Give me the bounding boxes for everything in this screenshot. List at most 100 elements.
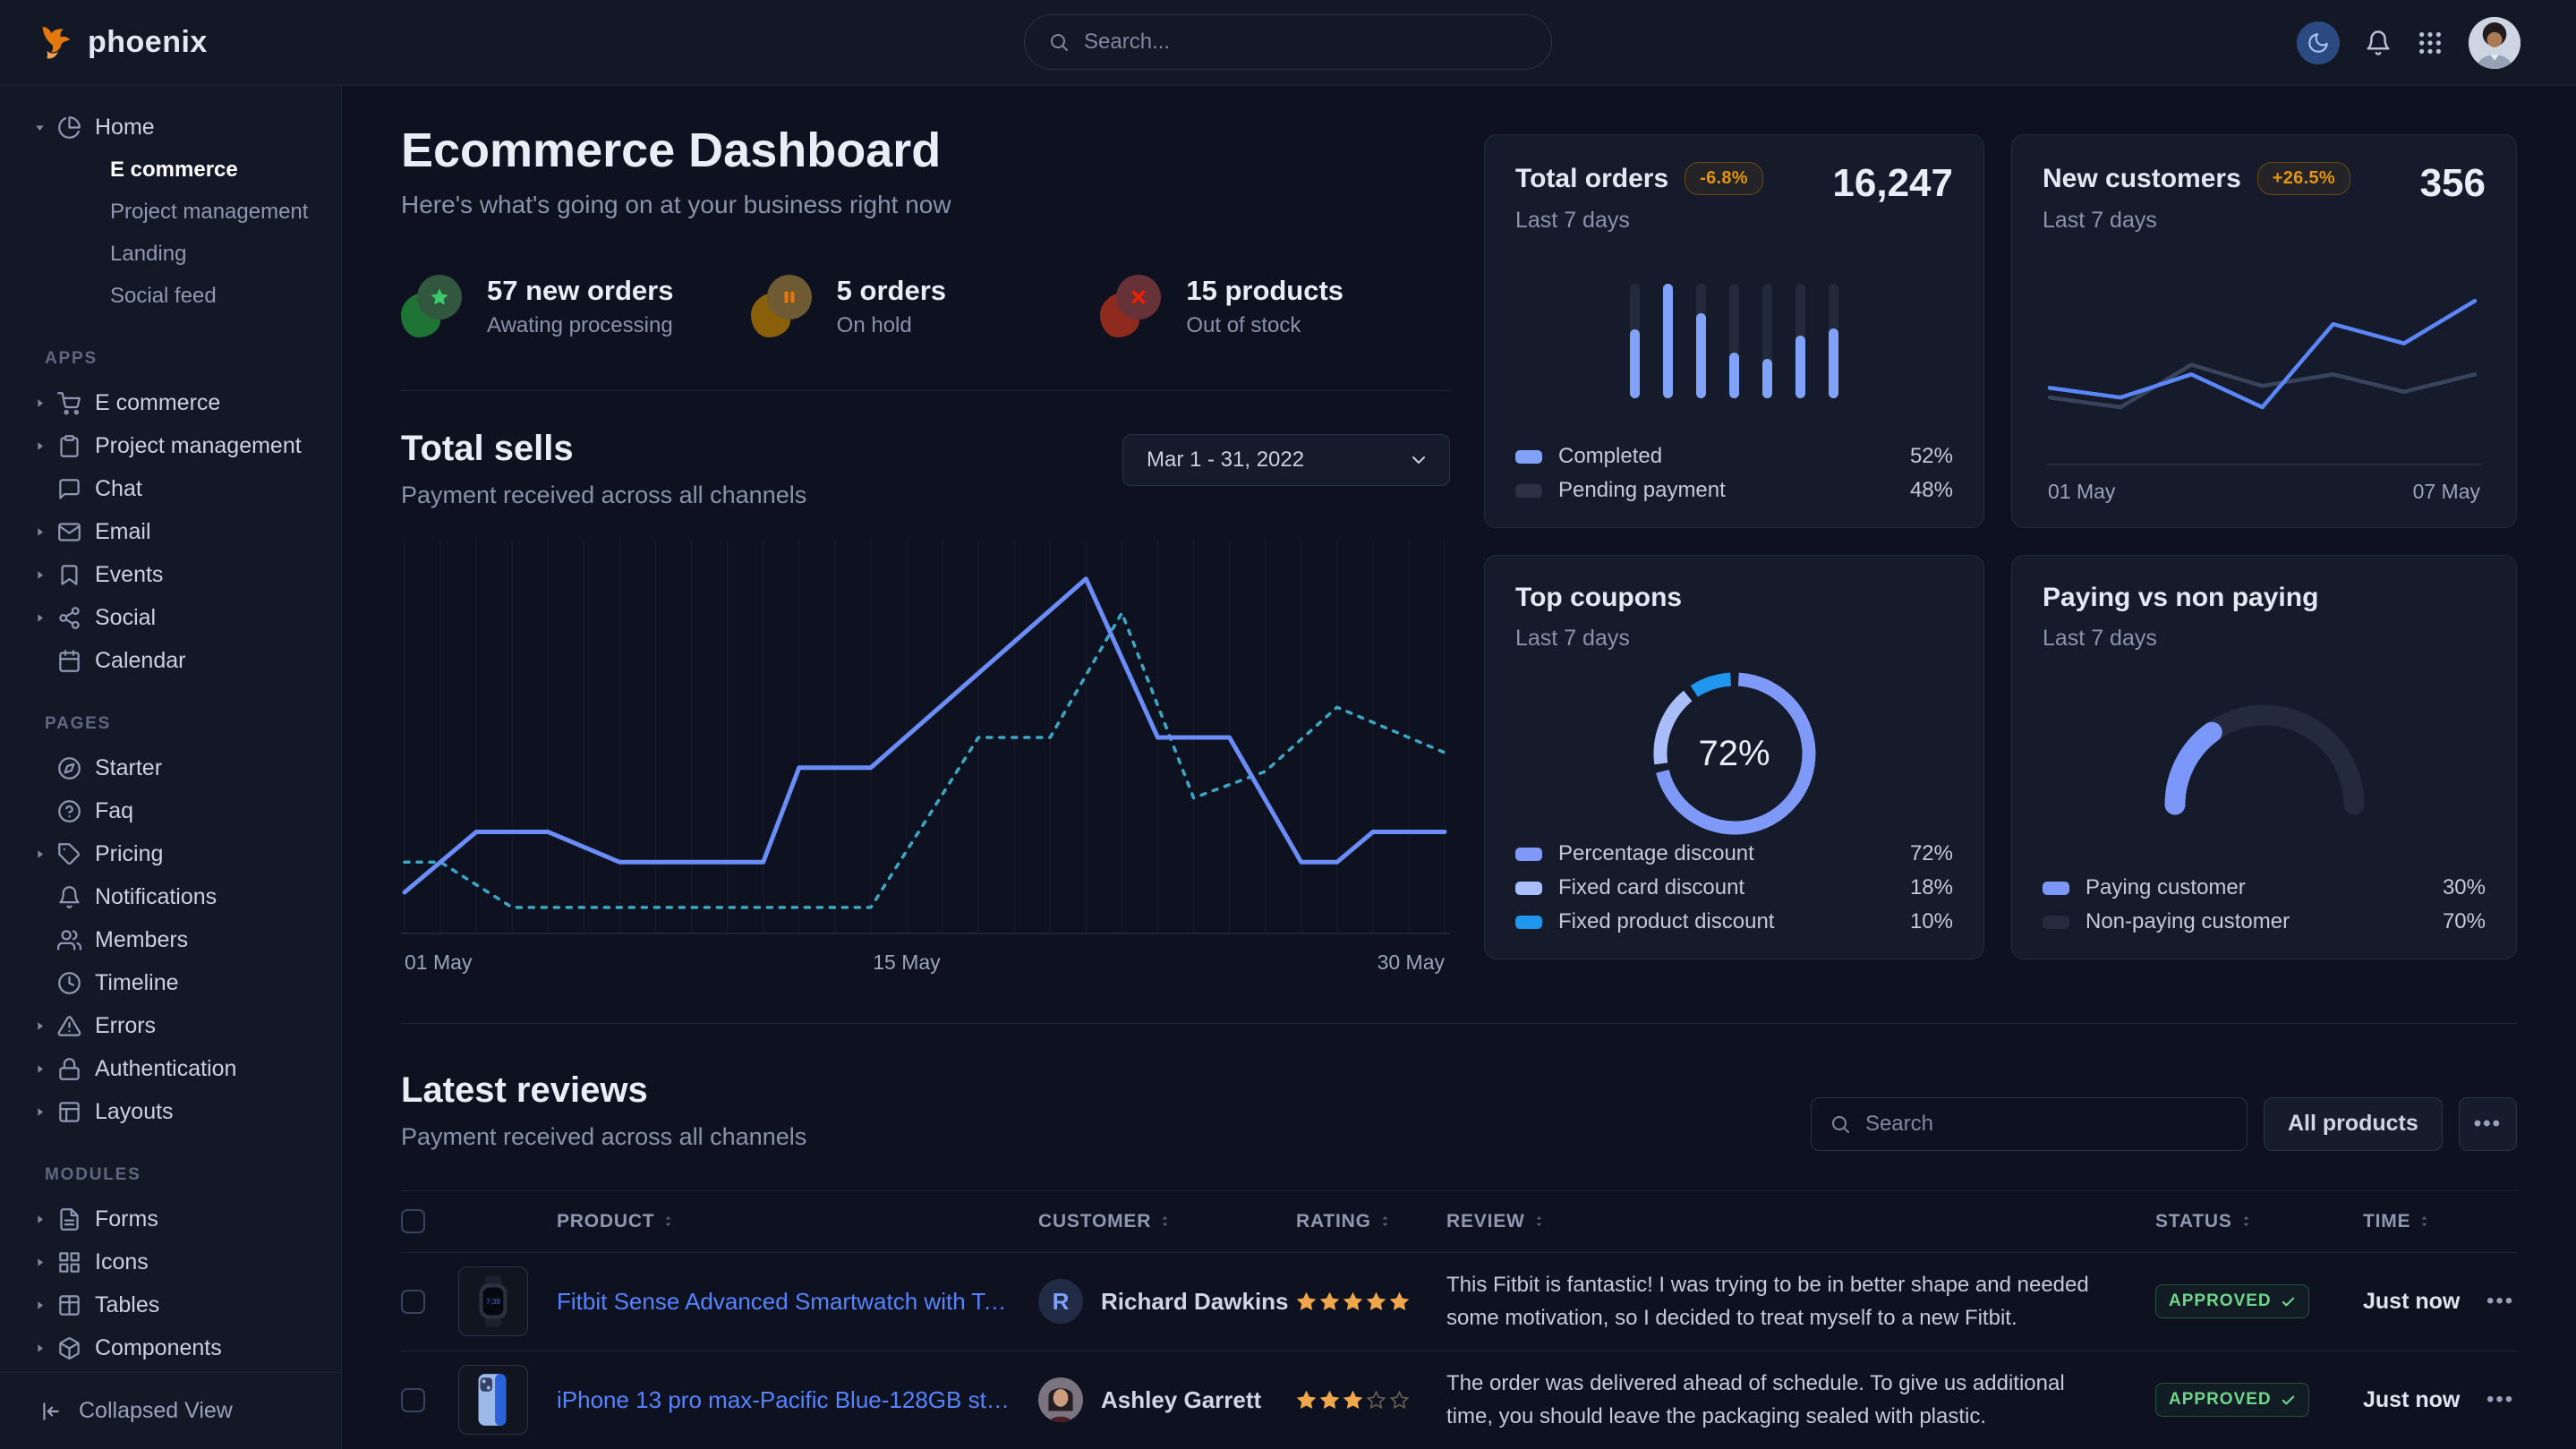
stat-label: Awating processing bbox=[487, 313, 673, 338]
caret-right-icon bbox=[32, 1104, 57, 1120]
legend-label: Pending payment bbox=[1558, 478, 1726, 503]
sidebar-item-authentication[interactable]: Authentication bbox=[0, 1047, 341, 1090]
lock-icon bbox=[57, 1057, 95, 1081]
mail-icon bbox=[57, 520, 95, 544]
reviews-more-button[interactable]: ••• bbox=[2459, 1097, 2517, 1151]
date-range-select[interactable]: Mar 1 - 31, 2022 bbox=[1122, 434, 1450, 486]
brand-name: phoenix bbox=[88, 25, 208, 60]
sidebar-item-forms[interactable]: Forms bbox=[0, 1198, 341, 1240]
stat-value: 5 orders bbox=[837, 275, 946, 307]
sidebar-item-project-management[interactable]: Project management bbox=[0, 424, 341, 467]
sidebar-item-components[interactable]: Components bbox=[0, 1326, 341, 1369]
sort-icon[interactable] bbox=[1158, 1215, 1172, 1228]
donut-center-label: 72% bbox=[1645, 664, 1824, 843]
select-all-checkbox[interactable] bbox=[401, 1209, 425, 1233]
tag-icon bbox=[57, 842, 95, 866]
clock-icon bbox=[57, 971, 95, 995]
theme-toggle-button[interactable] bbox=[2297, 21, 2340, 64]
date-range-value: Mar 1 - 31, 2022 bbox=[1147, 447, 1304, 473]
column-header-status[interactable]: STATUS bbox=[2155, 1211, 2363, 1232]
sidebar-subitem-e-commerce[interactable]: E commerce bbox=[0, 149, 341, 191]
new-customers-value: 356 bbox=[2420, 162, 2486, 205]
legend-label: Non-paying customer bbox=[2086, 909, 2290, 934]
sidebar-item-notifications[interactable]: Notifications bbox=[0, 875, 341, 918]
latest-reviews-section: Latest reviews Payment received across a… bbox=[401, 1024, 2517, 1449]
pause-icon bbox=[767, 275, 812, 320]
caret-right-icon bbox=[32, 1255, 57, 1270]
reviews-search-input[interactable] bbox=[1865, 1112, 2229, 1137]
all-products-filter-button[interactable]: All products bbox=[2264, 1097, 2443, 1151]
product-link[interactable]: iPhone 13 pro max-Pacific Blue-128GB sto… bbox=[557, 1386, 1038, 1414]
status-badge: APPROVED bbox=[2155, 1383, 2309, 1417]
sidebar-item-starter[interactable]: Starter bbox=[0, 746, 341, 789]
sidebar-item-social[interactable]: Social bbox=[0, 596, 341, 639]
help-icon bbox=[57, 799, 95, 823]
order-bar bbox=[1663, 284, 1673, 398]
column-header-product[interactable]: PRODUCT bbox=[557, 1211, 1038, 1232]
sidebar-section-pages: PAGES bbox=[0, 682, 341, 746]
user-avatar[interactable] bbox=[2469, 17, 2521, 69]
sidebar-item-timeline[interactable]: Timeline bbox=[0, 961, 341, 1004]
sort-icon[interactable] bbox=[2418, 1215, 2431, 1228]
total-orders-value: 16,247 bbox=[1832, 162, 1953, 205]
svg-text:01 May: 01 May bbox=[405, 950, 473, 974]
collapse-sidebar-button[interactable]: Collapsed View bbox=[0, 1372, 341, 1449]
column-header-rating[interactable]: RATING bbox=[1296, 1211, 1446, 1232]
sidebar-item-email[interactable]: Email bbox=[0, 510, 341, 553]
total-sells-subtitle: Payment received across all channels bbox=[401, 482, 806, 509]
product-thumbnail[interactable]: 7:39 bbox=[458, 1266, 528, 1336]
file-icon bbox=[57, 1207, 95, 1232]
order-bar bbox=[1630, 284, 1640, 398]
sidebar-subitem-project-management[interactable]: Project management bbox=[0, 191, 341, 233]
product-thumbnail[interactable] bbox=[458, 1365, 528, 1435]
card-top-coupons: Top coupons Last 7 days 72% Percentage d… bbox=[1484, 555, 1984, 959]
sort-icon[interactable] bbox=[2239, 1215, 2253, 1228]
sidebar-item-members[interactable]: Members bbox=[0, 918, 341, 961]
sidebar-subitem-social-feed[interactable]: Social feed bbox=[0, 275, 341, 317]
sidebar-item-icons[interactable]: Icons bbox=[0, 1240, 341, 1283]
sidebar-item-chat[interactable]: Chat bbox=[0, 467, 341, 510]
sidebar-item-events[interactable]: Events bbox=[0, 553, 341, 596]
global-search-input[interactable] bbox=[1084, 30, 1528, 55]
status-badge: APPROVED bbox=[2155, 1284, 2309, 1318]
sidebar-item-errors[interactable]: Errors bbox=[0, 1004, 341, 1047]
sidebar-item-faq[interactable]: Faq bbox=[0, 789, 341, 832]
latest-reviews-title: Latest reviews bbox=[401, 1070, 806, 1111]
row-more-button[interactable]: ••• bbox=[2486, 1289, 2514, 1313]
legend-value: 72% bbox=[1910, 841, 1953, 866]
apps-grid-icon bbox=[2417, 30, 2444, 56]
reviews-search[interactable] bbox=[1811, 1097, 2248, 1151]
column-header-customer[interactable]: CUSTOMER bbox=[1038, 1211, 1296, 1232]
legend-swatch bbox=[1515, 450, 1542, 464]
sort-icon[interactable] bbox=[661, 1215, 675, 1228]
product-link[interactable]: Fitbit Sense Advanced Smartwatch with To… bbox=[557, 1288, 1038, 1316]
row-checkbox[interactable] bbox=[401, 1388, 425, 1412]
review-row: iPhone 13 pro max-Pacific Blue-128GB sto… bbox=[401, 1351, 2517, 1449]
apps-menu-button[interactable] bbox=[2417, 30, 2444, 56]
sidebar-item-home[interactable]: Home bbox=[0, 106, 341, 149]
row-more-button[interactable]: ••• bbox=[2486, 1387, 2514, 1411]
sidebar-item-tables[interactable]: Tables bbox=[0, 1283, 341, 1326]
column-header-time[interactable]: TIME bbox=[2363, 1211, 2486, 1232]
row-checkbox[interactable] bbox=[401, 1290, 425, 1314]
paying-title: Paying vs non paying bbox=[2043, 583, 2318, 613]
top-coupons-donut-chart: 72% bbox=[1645, 664, 1824, 843]
sidebar-item-e-commerce[interactable]: E commerce bbox=[0, 381, 341, 424]
alert-icon bbox=[57, 1014, 95, 1038]
sidebar-item-pricing[interactable]: Pricing bbox=[0, 832, 341, 875]
caret-right-icon bbox=[32, 524, 57, 540]
collapse-label: Collapsed View bbox=[79, 1398, 233, 1424]
sidebar-item-layouts[interactable]: Layouts bbox=[0, 1090, 341, 1133]
notifications-button[interactable] bbox=[2365, 30, 2392, 56]
global-search[interactable] bbox=[1024, 14, 1552, 70]
brand-logo[interactable]: phoenix bbox=[0, 22, 208, 64]
caret-right-icon bbox=[32, 567, 57, 583]
sidebar-item-calendar[interactable]: Calendar bbox=[0, 639, 341, 682]
sidebar-subitem-landing[interactable]: Landing bbox=[0, 233, 341, 275]
star-icon bbox=[417, 275, 462, 320]
sort-icon[interactable] bbox=[1532, 1215, 1546, 1228]
legend-value: 30% bbox=[2443, 875, 2486, 900]
sort-icon[interactable] bbox=[1378, 1215, 1392, 1228]
column-header-review[interactable]: REVIEW bbox=[1446, 1211, 2155, 1232]
share-icon bbox=[57, 606, 95, 630]
